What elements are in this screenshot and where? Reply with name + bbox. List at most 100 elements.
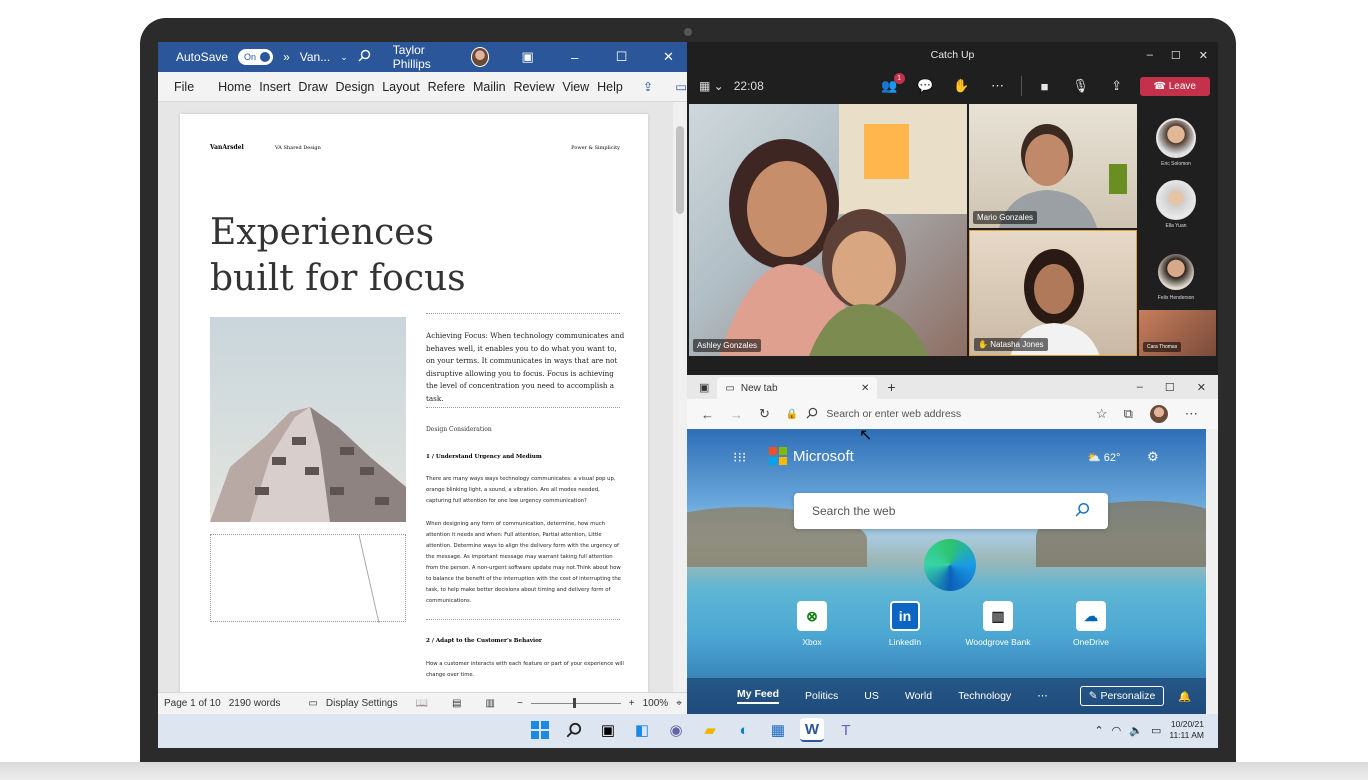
task-view-icon[interactable]: ▣: [596, 718, 620, 742]
notifications-bell-icon[interactable]: 🔔: [1178, 690, 1191, 703]
maximize-button[interactable]: ☐: [603, 49, 640, 65]
zoom-in-button[interactable]: +: [629, 698, 635, 709]
start-icon[interactable]: [528, 718, 552, 742]
user-avatar[interactable]: [470, 47, 490, 67]
zoom-slider[interactable]: [530, 698, 621, 708]
side-participant-1[interactable]: Eric Solomon: [1154, 118, 1198, 167]
close-button[interactable]: ✕: [1197, 381, 1206, 394]
feed-tab-us[interactable]: US: [864, 690, 879, 702]
more-icon[interactable]: ⋯: [1185, 406, 1198, 422]
leave-button[interactable]: ☎ Leave: [1139, 76, 1210, 96]
ribbon-tab[interactable]: Layout: [380, 80, 421, 94]
read-mode-icon[interactable]: 📖: [416, 698, 428, 709]
tab-new-tab[interactable]: ▭ New tab ✕: [717, 377, 878, 399]
print-layout-icon[interactable]: ▤: [452, 698, 461, 709]
teams-chat-icon[interactable]: ◉: [664, 718, 688, 742]
ribbon-tab[interactable]: Insert: [257, 80, 292, 94]
video-bottom-right[interactable]: ✋ Natasha Jones: [969, 230, 1137, 356]
volume-icon[interactable]: 🔈: [1129, 724, 1143, 737]
side-participant-3[interactable]: Felix Henderson: [1154, 252, 1198, 301]
back-button[interactable]: ←: [701, 407, 714, 422]
chat-icon[interactable]: 💬: [913, 78, 939, 94]
doc-name[interactable]: Van...: [300, 50, 330, 64]
microphone-icon[interactable]: 🎙: [1068, 78, 1094, 94]
feed-tab-my-feed[interactable]: My Feed: [737, 688, 780, 704]
share-icon[interactable]: ⇪: [643, 79, 653, 94]
focus-icon[interactable]: ⌖: [676, 698, 682, 709]
feed-tab-technology[interactable]: Technology: [958, 690, 1011, 702]
autosave-toggle[interactable]: On: [238, 49, 274, 65]
side-participant-2[interactable]: Ella Yuan: [1154, 180, 1198, 229]
ribbon-tab[interactable]: Refere: [426, 80, 467, 94]
document-page[interactable]: VanArsdel VA Shared Design Power & Simpl…: [180, 114, 648, 692]
search-icon[interactable]: [358, 49, 371, 65]
minimize-button[interactable]: –: [1137, 381, 1143, 394]
widgets-icon[interactable]: ◧: [630, 718, 654, 742]
feed-tab-world[interactable]: World: [905, 690, 932, 702]
edge-icon[interactable]: ◐: [732, 718, 756, 742]
clock[interactable]: 10/20/21 11:11 AM: [1169, 719, 1204, 741]
video-side-4[interactable]: Cara Thomas: [1139, 310, 1216, 356]
ribbon-tab[interactable]: Draw: [296, 80, 329, 94]
close-button[interactable]: ✕: [650, 49, 687, 65]
zoom-level[interactable]: 100%: [643, 698, 669, 709]
weather-widget[interactable]: ⛅ 62°: [1087, 451, 1120, 464]
ribbon-tab[interactable]: Design: [333, 80, 376, 94]
tab-actions-icon[interactable]: ▣: [699, 381, 709, 394]
video-main[interactable]: Ashley Gonzales: [689, 104, 967, 356]
favorites-icon[interactable]: ☆: [1096, 406, 1108, 422]
settings-gear-icon[interactable]: ⚙: [1147, 449, 1159, 465]
participants-icon[interactable]: 👥 1: [877, 73, 905, 94]
ribbon-tab[interactable]: View: [560, 80, 591, 94]
new-tab-button[interactable]: +: [887, 379, 895, 395]
word-icon[interactable]: W: [800, 718, 824, 742]
layout-grid-icon[interactable]: ▦ ⌄: [699, 79, 724, 93]
more-icon[interactable]: ⋯: [985, 78, 1011, 94]
feed-tab-politics[interactable]: Politics: [805, 690, 838, 702]
file-explorer-icon[interactable]: ▰: [698, 718, 722, 742]
feed-more-icon[interactable]: ⋯: [1037, 690, 1048, 702]
minimize-button[interactable]: –: [556, 50, 593, 65]
web-layout-icon[interactable]: ▥: [485, 698, 494, 709]
display-settings-button[interactable]: Display Settings: [326, 698, 398, 709]
maximize-button[interactable]: ☐: [1165, 381, 1175, 394]
tray-chevron-icon[interactable]: ⌃: [1094, 724, 1103, 737]
vertical-scrollbar[interactable]: [673, 102, 687, 692]
search-icon[interactable]: [562, 718, 586, 742]
video-top-right[interactable]: Mario Gonzales: [969, 104, 1137, 228]
collections-icon[interactable]: ⧉: [1124, 406, 1133, 422]
more-chevron-icon[interactable]: »: [283, 50, 290, 64]
refresh-button[interactable]: ↻: [759, 406, 770, 422]
ribbon-display-icon[interactable]: ▣: [509, 49, 546, 65]
ribbon-tab[interactable]: Help: [595, 80, 625, 94]
apps-grid-icon[interactable]: ⁝⁝⁝: [733, 449, 746, 466]
quick-link-onedrive[interactable]: ☁ OneDrive: [1051, 601, 1131, 647]
edge-scrollbar[interactable]: [1206, 429, 1218, 714]
ribbon-tab[interactable]: Review: [512, 80, 557, 94]
search-web-box[interactable]: Search the web: [794, 493, 1108, 529]
chevron-down-icon[interactable]: ⌄: [340, 52, 348, 63]
display-settings-icon[interactable]: ▭: [308, 698, 317, 709]
comments-icon[interactable]: ▭: [675, 79, 687, 94]
ribbon-tab[interactable]: File: [172, 80, 196, 94]
word-count[interactable]: 2190 words: [229, 698, 281, 709]
quick-link-linkedin[interactable]: in LinkedIn: [865, 601, 945, 647]
personalize-button[interactable]: ✎ Personalize: [1079, 686, 1165, 706]
ribbon-tab[interactable]: Home: [216, 80, 253, 94]
battery-icon[interactable]: ▭: [1151, 724, 1161, 737]
forward-button[interactable]: →: [730, 407, 743, 422]
quick-link-xbox[interactable]: ⊗ Xbox: [772, 601, 852, 647]
tab-close-icon[interactable]: ✕: [861, 383, 869, 394]
profile-avatar[interactable]: [1148, 404, 1169, 424]
zoom-out-button[interactable]: −: [517, 698, 523, 709]
minimize-button[interactable]: –: [1147, 49, 1153, 62]
search-icon[interactable]: [1075, 502, 1090, 520]
zoom-thumb[interactable]: [572, 698, 576, 708]
microsoft-logo[interactable]: Microsoft: [769, 447, 854, 465]
quick-link-woodgrove[interactable]: ▥ Woodgrove Bank: [958, 601, 1038, 647]
maximize-button[interactable]: ☐: [1171, 49, 1181, 62]
scroll-thumb[interactable]: [676, 126, 684, 214]
address-bar[interactable]: 🔒 Search or enter web address: [786, 402, 1086, 426]
ribbon-tab[interactable]: Mailin: [471, 80, 508, 94]
raise-hand-icon[interactable]: ✋: [949, 78, 975, 94]
